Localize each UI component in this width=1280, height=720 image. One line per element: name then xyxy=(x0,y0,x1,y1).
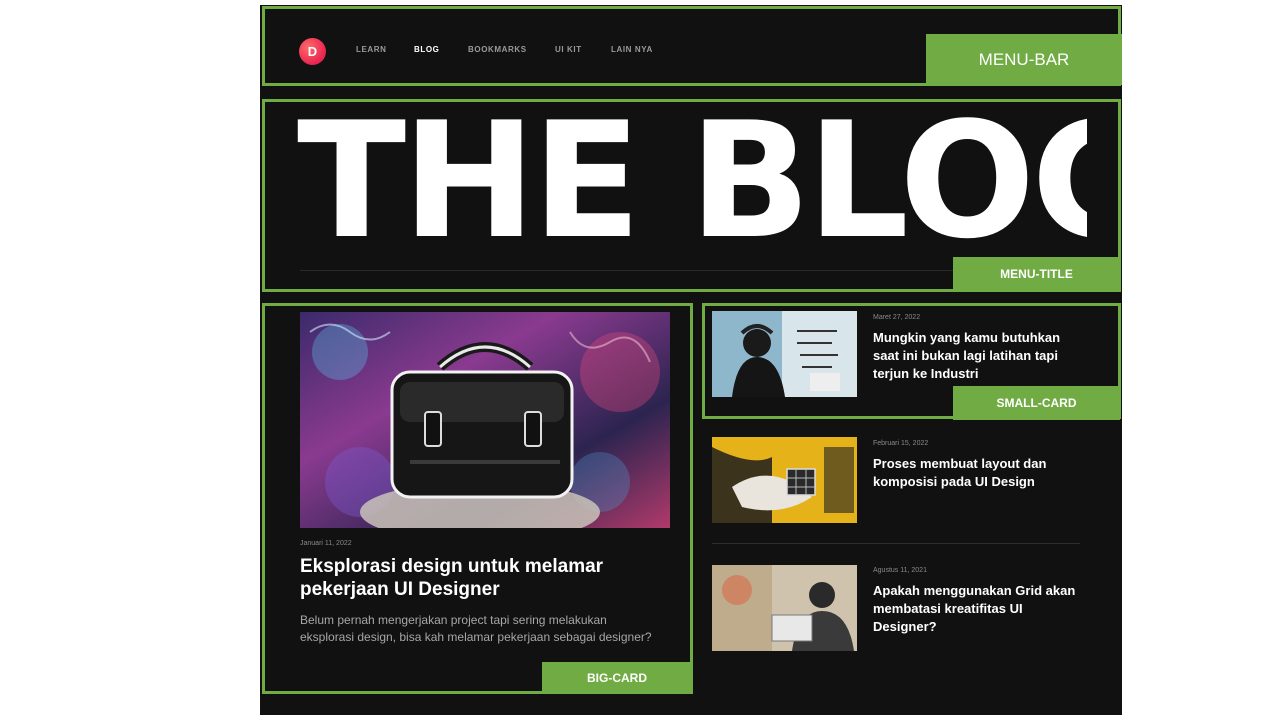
small-card-3-image[interactable] xyxy=(712,565,857,651)
man-with-laptop-illustration xyxy=(712,565,857,651)
hand-with-cube-illustration xyxy=(712,437,857,523)
big-card-annotation-frame xyxy=(262,303,693,694)
small-card-divider xyxy=(712,543,1080,544)
small-card-3-title[interactable]: Apakah menggunakan Grid akan membatasi k… xyxy=(873,582,1083,636)
small-card-2-image[interactable] xyxy=(712,437,857,523)
small-card-2-title[interactable]: Proses membuat layout dan komposisi pada… xyxy=(873,455,1083,491)
small-card-3-date: Agustus 11, 2021 xyxy=(873,567,927,574)
small-card-annotation-tag: SMALL-CARD xyxy=(953,386,1120,420)
menu-title-annotation-tag: MENU-TITLE xyxy=(953,257,1120,291)
small-card-2-date: Februari 15, 2022 xyxy=(873,440,929,447)
menu-bar-annotation-tag: MENU-BAR xyxy=(926,34,1122,85)
big-card-annotation-tag: BIG-CARD xyxy=(542,662,692,693)
